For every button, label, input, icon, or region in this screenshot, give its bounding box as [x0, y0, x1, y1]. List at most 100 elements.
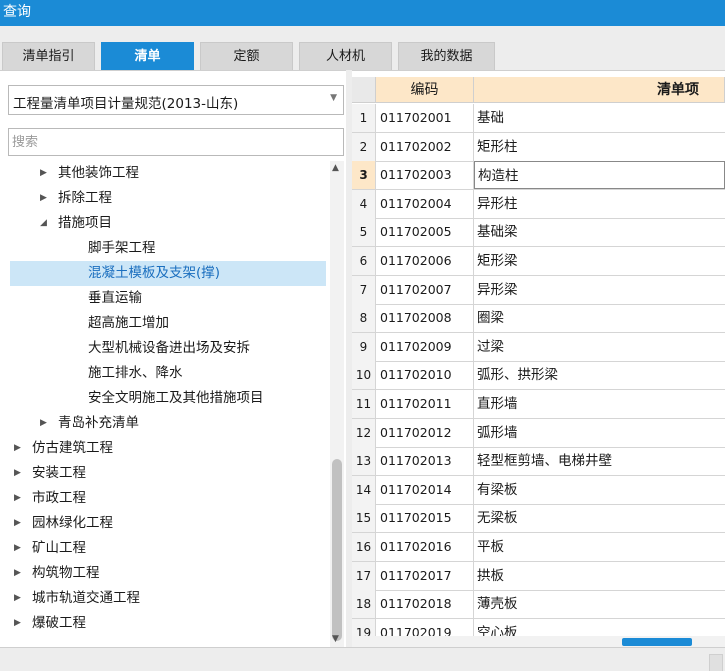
category-tree: ▶ 其他装饰工程 ▶ 拆除工程 ◢ 措施项目脚手架工程 混凝土模板及支架(撑) 垂直运输超高施… — [0, 161, 330, 648]
table-row[interactable]: 2 011702002 矩形柱 — [352, 132, 725, 162]
row-index: 10 — [352, 361, 376, 390]
tree-node[interactable]: ▶ 园林绿化工程 — [10, 511, 326, 536]
row-code: 011702008 — [376, 304, 474, 333]
tree-node[interactable]: 脚手架工程 — [10, 236, 326, 261]
tree-node-label: 园林绿化工程 — [32, 515, 113, 531]
table-row[interactable]: 12 011702012 弧形墙 — [352, 418, 725, 448]
standard-select[interactable]: 工程量清单项目计量规范(2013-山东) ▼ — [8, 85, 344, 115]
table-row[interactable]: 16 011702016 平板 — [352, 533, 725, 562]
tree-node-label: 构筑物工程 — [32, 565, 100, 581]
row-code: 011702012 — [376, 418, 474, 447]
table-row[interactable]: 8 011702008 圈梁 — [352, 304, 725, 334]
collapse-icon[interactable]: ◢ — [40, 211, 47, 236]
tab-quota[interactable]: 定额 — [200, 42, 293, 70]
tree-node-label: 措施项目 — [58, 215, 112, 231]
tree-node[interactable]: ◢ 措施项目 — [10, 211, 326, 236]
resize-grip[interactable] — [709, 654, 723, 671]
tree-node[interactable]: ▶ 拆除工程 — [10, 186, 326, 211]
tab-list[interactable]: 清单 — [101, 42, 194, 70]
tree-node[interactable]: ▶ 构筑物工程 — [10, 561, 326, 586]
scroll-up-icon[interactable]: ▲ — [332, 163, 339, 173]
expand-icon[interactable]: ▶ — [40, 161, 47, 186]
tree-node[interactable]: 混凝土模板及支架(撑) — [10, 261, 326, 286]
search-input[interactable] — [9, 129, 343, 155]
tree-node[interactable]: 大型机械设备进出场及安拆 — [10, 336, 326, 361]
tree-node[interactable]: 安全文明施工及其他措施项目 — [10, 386, 326, 411]
tree-node[interactable]: 施工排水、降水 — [10, 361, 326, 386]
status-bar — [0, 647, 725, 671]
row-item-name: 平板 — [477, 539, 504, 555]
table-row[interactable]: 10 011702010 弧形、拱形梁 — [352, 361, 725, 391]
row-item-name: 薄壳板 — [477, 596, 518, 613]
table-row[interactable]: 6 011702006 矩形梁 — [352, 247, 725, 276]
tree-scrollbar[interactable]: ▲ ▼ — [330, 161, 344, 648]
tree-node[interactable]: ▶ 仿古建筑工程 — [10, 436, 326, 461]
search-field[interactable] — [8, 128, 344, 156]
tree-node-label: 市政工程 — [32, 490, 86, 506]
tree-node-label: 大型机械设备进出场及安拆 — [88, 340, 250, 356]
table-row[interactable]: 13 011702013 轻型框剪墙、电梯井壁 — [352, 447, 725, 477]
tree-node[interactable]: ▶ 其他装饰工程 — [10, 161, 326, 186]
expand-icon[interactable]: ▶ — [40, 186, 47, 211]
expand-icon[interactable]: ▶ — [40, 411, 47, 436]
table-row[interactable]: 1 011702001 基础 — [352, 104, 725, 133]
row-code: 011702014 — [376, 475, 474, 504]
row-index: 9 — [352, 332, 376, 361]
scroll-down-icon[interactable]: ▼ — [332, 634, 339, 644]
row-item-name: 直形墙 — [477, 396, 518, 412]
row-index: 12 — [352, 418, 376, 447]
row-index: 3 — [352, 161, 376, 190]
tab-my-data[interactable]: 我的数据 — [398, 42, 495, 70]
tree-node[interactable]: 超高施工增加 — [10, 311, 326, 336]
chevron-down-icon[interactable]: ▼ — [330, 93, 337, 103]
row-index: 16 — [352, 533, 376, 561]
tree-node[interactable]: ▶ 城市轨道交通工程 — [10, 586, 326, 611]
row-item-name: 轻型框剪墙、电梯井壁 — [477, 453, 612, 470]
tree-node[interactable]: ▶ 市政工程 — [10, 486, 326, 511]
row-item-name: 矩形梁 — [477, 253, 518, 269]
table-row[interactable]: 4 011702004 异形柱 — [352, 189, 725, 219]
tree-node[interactable]: ▶ 安装工程 — [10, 461, 326, 486]
row-index: 6 — [352, 247, 376, 275]
tree-node-label: 其他装饰工程 — [58, 165, 139, 181]
scrollbar-thumb[interactable] — [332, 459, 342, 641]
row-index: 1 — [352, 104, 376, 132]
tree-node-label: 超高施工增加 — [88, 315, 169, 331]
expand-icon[interactable]: ▶ — [14, 486, 21, 511]
row-code: 011702013 — [376, 447, 474, 476]
expand-icon[interactable]: ▶ — [14, 561, 21, 586]
tree-node-label: 爆破工程 — [32, 615, 86, 631]
expand-icon[interactable]: ▶ — [14, 536, 21, 561]
column-header-code[interactable]: 编码 — [376, 77, 474, 103]
tree-node[interactable]: 垂直运输 — [10, 286, 326, 311]
column-header-item[interactable]: 清单项 — [474, 77, 725, 103]
expand-icon[interactable]: ▶ — [14, 436, 21, 461]
tree-node[interactable]: ▶ 青岛补充清单 — [10, 411, 326, 436]
expand-icon[interactable]: ▶ — [14, 586, 21, 611]
table-row[interactable]: 14 011702014 有梁板 — [352, 475, 725, 505]
table-row[interactable]: 9 011702009 过梁 — [352, 332, 725, 362]
expand-icon[interactable]: ▶ — [14, 511, 21, 536]
table-row[interactable]: 18 011702018 薄壳板 — [352, 590, 725, 620]
expand-icon[interactable]: ▶ — [14, 461, 21, 486]
tree-node[interactable]: ▶ 矿山工程 — [10, 536, 326, 561]
row-item-name: 过梁 — [477, 338, 504, 355]
expand-icon[interactable]: ▶ — [14, 611, 21, 636]
table-row[interactable]: 7 011702007 异形梁 — [352, 275, 725, 305]
row-item-name: 基础梁 — [477, 224, 518, 241]
scrollbar-thumb[interactable] — [622, 638, 692, 646]
list-table: 编码 清单项 1 011702001 基础 2 011702002 矩形柱 3 0117020… — [352, 70, 725, 648]
row-index: 4 — [352, 189, 376, 218]
tree-node[interactable]: ▶ 爆破工程 — [10, 611, 326, 636]
table-row[interactable]: 17 011702017 拱板 — [352, 561, 725, 591]
table-row[interactable]: 5 011702005 基础梁 — [352, 218, 725, 248]
row-code: 011702007 — [376, 275, 474, 304]
row-item-name: 异形梁 — [477, 281, 518, 298]
tab-labor-material-machine[interactable]: 人材机 — [299, 42, 392, 70]
tab-list-guide[interactable]: 清单指引 — [2, 42, 95, 70]
row-item-name: 构造柱 — [474, 161, 725, 190]
table-row[interactable]: 11 011702011 直形墙 — [352, 390, 725, 419]
table-row[interactable]: 3 011702003 构造柱 — [352, 161, 725, 191]
tree-node-label: 安全文明施工及其他措施项目 — [88, 390, 264, 406]
table-row[interactable]: 15 011702015 无梁板 — [352, 504, 725, 534]
